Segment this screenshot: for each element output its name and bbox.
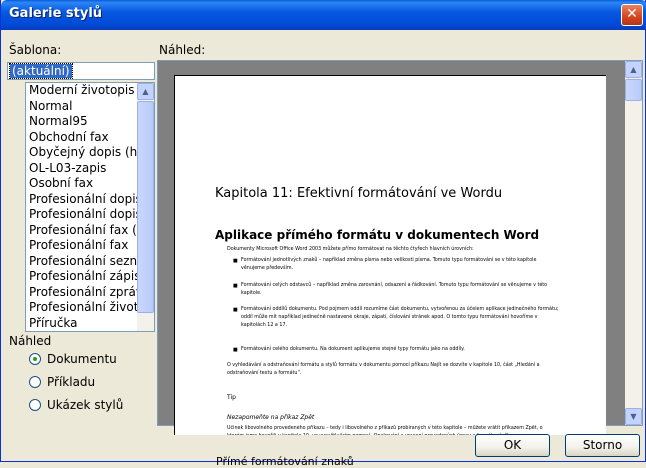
template-list-item[interactable]: OL-L03-zapis [26,161,138,177]
preview-scroll-thumb[interactable] [625,79,642,101]
scroll-thumb[interactable] [137,101,154,313]
template-label: Šablona: [9,43,62,57]
title-bar: Galerie stylů ✕ [1,0,646,30]
preview-scrollbar[interactable]: ▲ ▼ [625,61,642,425]
preview-bullet-1: Formátování jednotlivých znaků – napříkl… [241,258,537,271]
scroll-down-arrow-icon[interactable]: ▼ [625,408,642,425]
preview-bullet-4: Formátování celého dokumentu. Na dokumen… [241,347,465,352]
bullet-icon: ■ [233,347,238,353]
preview-intro: Dokumenty Microsoft Office Word 2003 můž… [227,247,474,252]
dialog-title: Galerie stylů [9,6,103,21]
template-list[interactable]: Moderní životopis Normal Normal95 Obchodní … [25,82,155,332]
template-list-item[interactable]: Moderní životopis [26,83,138,99]
preview-chapter-title: Kapitola 11: Efektivní formátování ve Wo… [215,186,503,201]
template-list-item[interactable]: Profesionální život [26,300,138,316]
preview-tip-label: Tip [227,394,236,401]
template-list-item[interactable]: Normal [26,99,138,115]
template-list-item[interactable]: Osobní fax [26,176,138,192]
template-list-item[interactable]: Profesionální dopis [26,192,138,208]
bullet-icon: ■ [233,283,238,289]
template-list-item[interactable]: Obchodní fax [26,130,138,146]
preview-tip-title: Nezapomeňte na příkaz Zpět [227,414,315,421]
preview-bullet-3: Formátování oddílů dokumentu. Pod pojmem… [241,307,559,328]
template-list-scrollbar[interactable]: ▲ [137,83,154,331]
radio-example-icon[interactable] [29,376,41,388]
template-list-item[interactable]: Profesionální zpráv [26,285,138,301]
bullet-icon: ■ [233,258,238,264]
cancel-button[interactable]: Storno [565,434,640,457]
preview-label: Náhled: [159,43,206,57]
scroll-up-arrow-icon[interactable]: ▲ [625,61,642,78]
preview-bullet-2: Formátování celých odstavců – například … [241,283,548,296]
template-list-item[interactable]: Příručka [26,316,138,332]
template-list-item[interactable]: Profesionální dopis [26,207,138,223]
template-current-value: (aktuální) [9,63,73,79]
template-list-item[interactable]: Profesionální zápis [26,269,138,285]
scroll-up-arrow-icon[interactable]: ▲ [137,83,154,100]
radio-document[interactable]: Dokumentu [29,350,117,368]
template-list-item[interactable]: Standardní fax [26,331,138,332]
preview-pane: Kapitola 11: Efektivní formátování ve Wo… [157,60,643,468]
ok-button[interactable]: OK [475,434,550,457]
radio-style-samples[interactable]: Ukázek stylů [29,396,123,414]
view-group-label: Náhled [9,334,52,348]
template-items: Moderní životopis Normal Normal95 Obchodní … [26,83,138,332]
radio-document-label: Dokumentu [47,352,117,366]
template-list-item[interactable]: Profesionální fax [26,238,138,254]
radio-example[interactable]: Příkladu [29,373,95,391]
template-list-item[interactable]: Profesionální fax (l [26,223,138,239]
radio-document-icon[interactable] [29,353,41,365]
preview-note: O vyhledávání a odstraňování formátu a s… [227,363,540,376]
template-list-item[interactable]: Profesionální sezná [26,254,138,270]
template-list-item[interactable]: Normal95 [26,114,138,130]
radio-example-label: Příkladu [47,375,96,389]
template-list-item[interactable]: Obyčejný dopis (hi [26,145,138,161]
bullet-icon: ■ [233,307,238,313]
radio-style-samples-label: Ukázek stylů [47,398,124,412]
preview-page: Kapitola 11: Efektivní formátování ve Wo… [174,75,606,435]
style-gallery-dialog: Galerie stylů ✕ Šablona: (aktuální) Mode… [0,0,646,468]
preview-section-title: Aplikace přímého formátu v dokumentech W… [215,228,540,242]
template-search-input[interactable]: (aktuální) [7,62,155,80]
close-button[interactable]: ✕ [621,4,643,26]
radio-style-samples-icon[interactable] [29,399,41,411]
